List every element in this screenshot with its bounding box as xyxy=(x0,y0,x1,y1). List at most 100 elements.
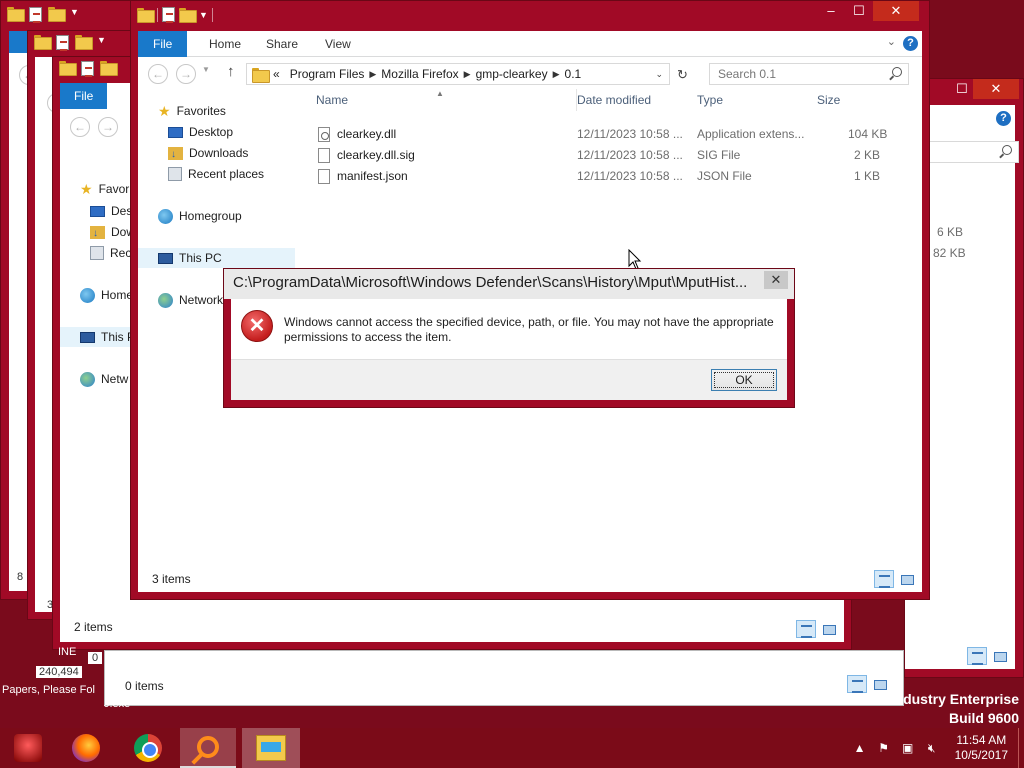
recent-locations-icon[interactable]: ▼ xyxy=(202,65,210,74)
nav-homegroup[interactable]: Homegroup xyxy=(158,206,242,226)
help-icon[interactable]: ? xyxy=(996,111,1011,126)
breadcrumb-mozilla-firefox[interactable]: Mozilla Firefox xyxy=(376,67,463,81)
bg-search[interactable] xyxy=(929,141,1019,163)
breadcrumb-program-files[interactable]: Program Files xyxy=(285,67,370,81)
details-view-icon[interactable] xyxy=(967,647,987,665)
nav-recent-places[interactable]: Recent places xyxy=(168,164,264,184)
desktop-papers-label[interactable]: Papers, Please Fol xyxy=(2,684,95,696)
bg-nav-recent[interactable]: Rec xyxy=(90,243,131,263)
tab-file[interactable]: File xyxy=(138,31,188,57)
chevron-right-icon[interactable]: ▶ xyxy=(553,69,560,80)
breadcrumb-gmp-clearkey[interactable]: gmp-clearkey xyxy=(471,67,553,81)
clock-date: 10/5/2017 xyxy=(954,748,1008,762)
new-folder-icon xyxy=(75,35,93,50)
search-icon[interactable] xyxy=(892,67,902,77)
clock[interactable]: 11:54 AM 10/5/2017 xyxy=(955,733,1008,763)
nav-this-pc[interactable]: This PC xyxy=(138,248,295,268)
nav-label: Downloads xyxy=(189,146,249,160)
homegroup-icon xyxy=(80,287,95,303)
taskbar-search-app[interactable] xyxy=(180,728,236,768)
file-type: JSON File xyxy=(697,169,752,183)
up-icon[interactable]: ↑ xyxy=(227,63,235,80)
back-icon[interactable]: ← xyxy=(148,64,168,84)
ribbon-tabs: File Home Share View ⌄ ? xyxy=(138,31,922,57)
column-header-date[interactable]: Date modified xyxy=(576,89,651,111)
search-input[interactable]: Search 0.1 xyxy=(709,63,909,85)
network-icon xyxy=(158,292,173,308)
help-icon[interactable]: ? xyxy=(903,36,918,51)
breadcrumb-current[interactable]: 0.1 xyxy=(560,67,587,81)
breadcrumb-overflow[interactable]: « xyxy=(268,67,285,81)
tiles-view-icon[interactable] xyxy=(818,620,838,638)
address-row: ← → ▼ ↑ « Program Files ▶ Mozilla Firefo… xyxy=(138,57,922,89)
file-date: 12/11/2023 10:58 ... xyxy=(577,127,683,141)
minimize-icon[interactable]: – xyxy=(817,1,845,21)
properties-icon xyxy=(81,61,94,77)
address-bar[interactable]: « Program Files ▶ Mozilla Firefox ▶ gmp-… xyxy=(246,63,670,85)
start-button[interactable] xyxy=(0,728,56,768)
chevron-right-icon[interactable]: ▶ xyxy=(369,69,376,80)
details-view-icon[interactable] xyxy=(847,675,867,693)
maximize-icon[interactable]: ☐ xyxy=(845,1,873,21)
file-date: 12/11/2023 10:58 ... xyxy=(577,169,683,183)
network-icon xyxy=(80,371,95,387)
new-folder-icon[interactable] xyxy=(179,8,197,23)
file-size: 2 KB xyxy=(854,148,881,162)
bg-nav-downloads[interactable]: Dow xyxy=(90,222,135,244)
file-explorer-icon xyxy=(256,735,286,761)
bg-nav-favorites[interactable]: ★ Favor xyxy=(80,179,129,199)
clock-time: 11:54 AM xyxy=(956,733,1007,747)
search-app-icon xyxy=(197,736,219,758)
close-icon[interactable]: ✕ xyxy=(873,1,919,21)
column-header-size[interactable]: Size xyxy=(817,89,840,111)
large-icons-view-icon[interactable] xyxy=(896,570,916,588)
table-row[interactable]: clearkey.dll.sig 12/11/2023 10:58 ... SI… xyxy=(318,145,888,166)
nav-favorites[interactable]: ★ Favorites xyxy=(158,101,226,121)
table-row[interactable]: manifest.json 12/11/2023 10:58 ... JSON … xyxy=(318,166,888,187)
network-status-icon[interactable]: ▣ xyxy=(899,741,917,755)
action-center-flag-icon[interactable]: ⚑ xyxy=(875,741,893,755)
address-dropdown-icon[interactable]: ⌄ xyxy=(655,69,663,80)
status-bar: 3 items xyxy=(138,566,922,592)
bg-nav-network[interactable]: Netw xyxy=(80,369,128,389)
taskbar-firefox[interactable] xyxy=(58,728,114,768)
desktop-exe-label[interactable]: J.exe xyxy=(104,698,130,710)
tab-home[interactable]: Home xyxy=(197,31,253,57)
maximize-icon[interactable]: ☐ xyxy=(951,79,973,99)
bg-file-tab-3[interactable]: File xyxy=(60,83,108,109)
show-hidden-icons-icon[interactable]: ▲ xyxy=(851,741,869,755)
chevron-down-icon[interactable]: ▼ xyxy=(199,10,208,20)
properties-icon[interactable] xyxy=(162,7,175,23)
close-icon[interactable]: ✕ xyxy=(973,79,1019,99)
taskbar-chrome[interactable] xyxy=(120,728,176,768)
details-view-icon[interactable] xyxy=(796,620,816,638)
column-header-type[interactable]: Type xyxy=(697,89,723,111)
bg-window-bottom: 0 items xyxy=(104,650,904,706)
refresh-icon[interactable]: ↻ xyxy=(677,67,688,83)
bg-nav-homegroup[interactable]: Home xyxy=(80,285,133,305)
dialog-footer: OK xyxy=(231,359,787,400)
nav-desktop[interactable]: Desktop xyxy=(168,122,233,142)
table-row[interactable]: clearkey.dll 12/11/2023 10:58 ... Applic… xyxy=(318,124,888,145)
close-icon[interactable]: ✕ xyxy=(764,271,788,289)
expand-ribbon-icon[interactable]: ⌄ xyxy=(887,35,896,48)
tab-view[interactable]: View xyxy=(313,31,363,57)
show-desktop-button[interactable] xyxy=(1018,728,1024,768)
column-header-name[interactable]: Name xyxy=(316,89,348,111)
tiles-view-icon[interactable] xyxy=(869,675,889,693)
nav-network[interactable]: Network xyxy=(158,290,223,310)
details-view-icon[interactable] xyxy=(874,570,894,588)
tiles-view-icon[interactable] xyxy=(989,647,1009,665)
folder-icon xyxy=(137,8,155,23)
volume-muted-icon[interactable]: 🔇︎ xyxy=(923,741,941,756)
ok-button[interactable]: OK xyxy=(711,369,777,391)
tab-share[interactable]: Share xyxy=(254,31,310,57)
forward-icon[interactable]: → xyxy=(176,64,196,84)
chevron-right-icon[interactable]: ▶ xyxy=(464,69,471,80)
bg-nav-desktop[interactable]: Des xyxy=(90,201,132,221)
pc-icon xyxy=(158,252,173,264)
taskbar-file-explorer[interactable] xyxy=(242,728,300,768)
chevron-down-icon: ▼ xyxy=(97,35,106,45)
nav-downloads[interactable]: Downloads xyxy=(168,143,249,165)
folder-icon xyxy=(7,7,25,22)
